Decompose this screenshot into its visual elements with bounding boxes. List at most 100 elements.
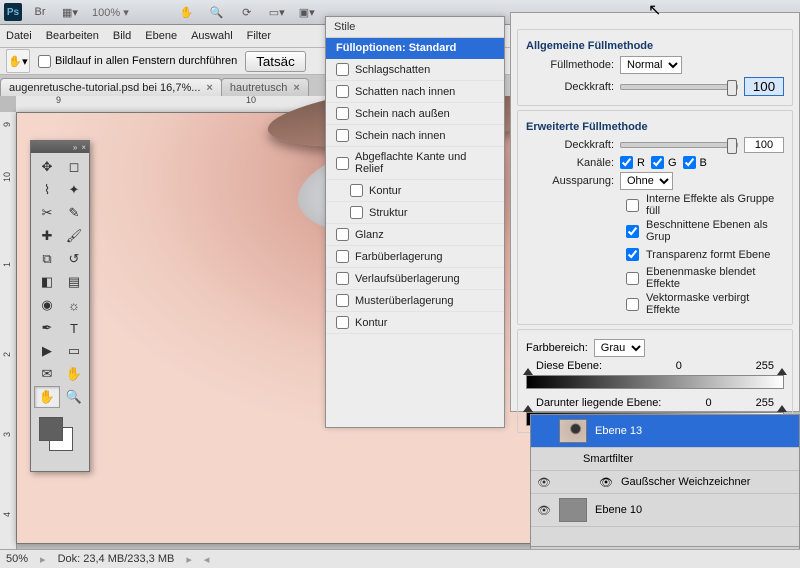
status-doc-size[interactable]: Dok: 23,4 MB/233,3 MB <box>58 553 175 565</box>
menu-edit[interactable]: Bearbeiten <box>46 30 99 42</box>
actual-pixels-button[interactable]: Tatsäc <box>245 51 306 72</box>
menu-filter[interactable]: Filter <box>247 30 271 42</box>
style-item[interactable]: Kontur <box>326 180 504 202</box>
close-icon[interactable]: × <box>293 82 299 94</box>
scroll-all-windows-checkbox[interactable]: Bildlauf in allen Fenstern durchführen <box>38 55 237 68</box>
status-zoom[interactable]: 50% <box>6 553 28 565</box>
eraser-tool[interactable]: ◧ <box>34 271 60 293</box>
ruler-vertical[interactable]: 9 10 1 2 3 4 <box>0 112 17 550</box>
style-checkbox[interactable] <box>336 316 349 329</box>
style-checkbox[interactable] <box>336 85 349 98</box>
style-item[interactable]: Schein nach innen <box>326 125 504 147</box>
type-tool[interactable]: T <box>61 317 87 339</box>
channel-b-checkbox[interactable]: B <box>683 156 707 169</box>
style-item[interactable]: Schatten nach innen <box>326 81 504 103</box>
layer-row[interactable]: 👁Ebene 10 <box>531 494 799 527</box>
style-item[interactable]: Schlagschatten <box>326 59 504 81</box>
view-extras-button[interactable]: ▦▾ <box>58 1 82 23</box>
blur-tool[interactable]: ◉ <box>34 294 60 316</box>
this-layer-gradient[interactable] <box>526 375 784 389</box>
channel-g-checkbox[interactable]: G <box>651 156 677 169</box>
zoom-tool-icon[interactable]: 🔍 <box>205 1 229 23</box>
menu-select[interactable]: Auswahl <box>191 30 233 42</box>
measure-tool[interactable]: ✋ <box>61 363 87 385</box>
blend-if-select[interactable]: Grau <box>594 339 645 357</box>
marquee-tool[interactable]: ◻ <box>61 156 87 178</box>
visibility-icon[interactable]: 👁 <box>537 503 551 517</box>
adv-check[interactable]: Transparenz formt Ebene <box>622 245 784 264</box>
style-checkbox[interactable] <box>336 63 349 76</box>
fill-opacity-input[interactable] <box>744 137 784 153</box>
style-item[interactable]: Fülloptionen: Standard <box>326 38 504 59</box>
blend-mode-select[interactable]: Normal <box>620 56 682 74</box>
style-checkbox[interactable] <box>336 272 349 285</box>
menu-layer[interactable]: Ebene <box>145 30 177 42</box>
close-icon[interactable]: × <box>206 82 212 94</box>
notes-tool[interactable]: ✉ <box>34 363 60 385</box>
pen-tool[interactable]: ✒ <box>34 317 60 339</box>
visibility-icon[interactable] <box>537 452 551 466</box>
screen-mode-icon[interactable]: ▣▾ <box>295 1 319 23</box>
brush-tool[interactable]: 🖌 <box>61 225 87 247</box>
style-checkbox[interactable] <box>336 250 349 263</box>
opacity-input[interactable] <box>744 77 784 96</box>
zoom-level-select[interactable]: 100% ▾ <box>88 6 133 19</box>
style-item[interactable]: Schein nach außen <box>326 103 504 125</box>
style-checkbox[interactable] <box>336 228 349 241</box>
style-checkbox[interactable] <box>350 184 363 197</box>
close-icon[interactable]: × <box>81 143 86 152</box>
style-item[interactable]: Farbüberlagerung <box>326 246 504 268</box>
visibility-icon[interactable] <box>537 424 551 438</box>
tools-panel[interactable]: »× ✥ ◻ ⌇ ✦ ✂ ✎ ✚ 🖌 ⧉ ↺ ◧ ▤ ◉ ☼ ✒ T ▶ ▭ ✉… <box>30 140 90 472</box>
channel-r-checkbox[interactable]: R <box>620 156 645 169</box>
style-item[interactable]: Struktur <box>326 202 504 224</box>
crop-tool[interactable]: ✂ <box>34 202 60 224</box>
move-tool[interactable]: ✥ <box>34 156 60 178</box>
rotate-view-icon[interactable]: ⟳ <box>235 1 259 23</box>
path-select-tool[interactable]: ▶ <box>34 340 60 362</box>
stamp-tool[interactable]: ⧉ <box>34 248 60 270</box>
knockout-select[interactable]: Ohne <box>620 172 673 190</box>
adv-check[interactable]: Ebenenmaske blendet Effekte <box>622 266 784 290</box>
tools-panel-header[interactable]: »× <box>31 141 89 153</box>
menu-file[interactable]: Datei <box>6 30 32 42</box>
dodge-tool[interactable]: ☼ <box>61 294 87 316</box>
doc-tab-1[interactable]: augenretusche-tutorial.psd bei 16,7%... … <box>0 78 222 97</box>
layer-thumbnail[interactable] <box>559 419 587 443</box>
menu-image[interactable]: Bild <box>113 30 131 42</box>
eyedropper-tool[interactable]: ✎ <box>61 202 87 224</box>
current-tool-icon[interactable]: ✋▾ <box>6 49 30 73</box>
visibility-icon[interactable]: 👁 <box>537 475 551 489</box>
gradient-tool[interactable]: ▤ <box>61 271 87 293</box>
shape-tool[interactable]: ▭ <box>61 340 87 362</box>
lasso-tool[interactable]: ⌇ <box>34 179 60 201</box>
layer-thumbnail[interactable] <box>559 498 587 522</box>
layer-row[interactable]: Ebene 13 <box>531 415 799 448</box>
zoom-tool[interactable]: 🔍 <box>61 386 87 408</box>
layer-row[interactable]: Smartfilter <box>531 448 799 471</box>
filter-visibility-icon[interactable]: 👁 <box>599 476 613 489</box>
hand-tool[interactable]: ✋ <box>34 386 60 408</box>
bridge-button[interactable]: Br <box>28 1 52 23</box>
adv-check[interactable]: Beschnittene Ebenen als Grup <box>622 219 784 243</box>
style-checkbox[interactable] <box>336 129 349 142</box>
heal-tool[interactable]: ✚ <box>34 225 60 247</box>
doc-tab-2[interactable]: hautretusch × <box>221 78 309 97</box>
style-item[interactable]: Abgeflachte Kante und Relief <box>326 147 504 180</box>
adv-check[interactable]: Interne Effekte als Gruppe füll <box>622 193 784 217</box>
wand-tool[interactable]: ✦ <box>61 179 87 201</box>
color-swatches[interactable] <box>35 415 85 455</box>
adv-check[interactable]: Vektormaske verbirgt Effekte <box>622 292 784 316</box>
style-item[interactable]: Kontur <box>326 312 504 334</box>
style-checkbox[interactable] <box>336 294 349 307</box>
hand-tool-icon[interactable]: ✋ <box>175 1 199 23</box>
layer-row[interactable]: 👁👁Gaußscher Weichzeichner <box>531 471 799 494</box>
style-item[interactable]: Verlaufsüberlagerung <box>326 268 504 290</box>
style-checkbox[interactable] <box>336 157 349 170</box>
arrange-docs-icon[interactable]: ▭▾ <box>265 1 289 23</box>
style-checkbox[interactable] <box>336 107 349 120</box>
style-checkbox[interactable] <box>350 206 363 219</box>
collapse-icon[interactable]: » <box>73 143 77 152</box>
opacity-slider[interactable] <box>620 84 738 90</box>
style-item[interactable]: Glanz <box>326 224 504 246</box>
